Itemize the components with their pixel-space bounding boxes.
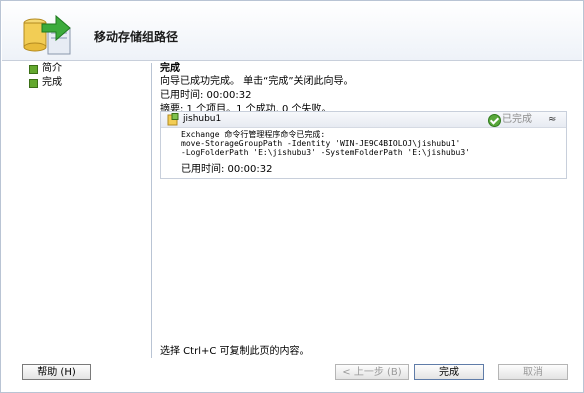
completion-message: 向导已成功完成。 单击“完成”关闭此向导。: [160, 76, 354, 87]
step-label: 完成: [42, 77, 62, 88]
divider: [151, 63, 152, 358]
result-item: jishubu1 已完成 ≈ Exchange 命令行管理程序命令已完成: mo…: [160, 111, 567, 179]
result-status: 已完成: [502, 114, 532, 125]
step-introduction[interactable]: 简介: [27, 62, 147, 75]
wizard-window: 移动存储组路径 简介 完成 完成 向导已成功完成。 单击“完成”关闭此向导。 已…: [0, 0, 584, 393]
step-completion[interactable]: 完成: [27, 76, 147, 89]
cancel-button[interactable]: 取消: [498, 364, 568, 380]
storage-group-icon: [167, 113, 179, 126]
result-header[interactable]: jishubu1 已完成 ≈: [161, 112, 566, 128]
help-button[interactable]: 帮助 (H): [22, 364, 91, 380]
step-label: 简介: [42, 63, 62, 74]
wizard-steps: 简介 完成: [27, 61, 147, 89]
command-output: Exchange 命令行管理程序命令已完成: move-StorageGroup…: [181, 130, 470, 157]
success-check-icon: [488, 114, 501, 127]
result-elapsed-time: 已用时间: 00:00:32: [181, 164, 273, 175]
storage-move-icon: [23, 14, 71, 55]
copy-hint: 选择 Ctrl+C 可复制此页的内容。: [160, 346, 310, 357]
collapse-icon[interactable]: ≈: [548, 113, 556, 126]
result-name: jishubu1: [183, 114, 222, 124]
wizard-title: 移动存储组路径: [94, 30, 179, 44]
completion-panel: 完成 向导已成功完成。 单击“完成”关闭此向导。 已用时间: 00:00:32 …: [160, 63, 570, 117]
finish-button[interactable]: 完成: [414, 364, 484, 380]
back-button[interactable]: < 上一步 (B): [335, 364, 409, 380]
step-bullet-icon: [29, 79, 38, 88]
wizard-header: 移动存储组路径: [2, 2, 582, 61]
completion-heading: 完成: [160, 63, 180, 74]
step-bullet-icon: [29, 65, 38, 74]
elapsed-time: 已用时间: 00:00:32: [160, 90, 252, 101]
